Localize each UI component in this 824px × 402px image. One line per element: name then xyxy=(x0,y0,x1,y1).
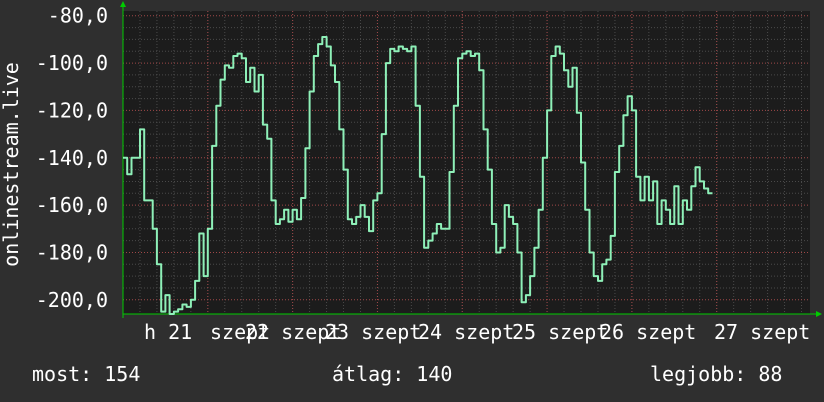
y-axis-arrow xyxy=(120,1,126,7)
y-tick-label: -120,0 xyxy=(36,98,108,122)
y-tick-label: -160,0 xyxy=(36,193,108,217)
current-value-label: most: 154 xyxy=(32,362,141,386)
average-value-label: átlag: 140 xyxy=(332,362,453,386)
x-tick-label: 24 szept xyxy=(418,320,514,344)
y-tick-label: -140,0 xyxy=(36,146,108,170)
plot-area xyxy=(123,11,810,314)
x-tick-label: 26 szept xyxy=(600,320,696,344)
y-tick-label: -80,0 xyxy=(48,4,108,28)
y-tick-label: -200,0 xyxy=(36,288,108,312)
y-axis-label: onlinestream.live xyxy=(0,62,23,267)
line-chart: -80,0 -100,0 -120,0 -140,0 -160,0 -180,0 -200,… xyxy=(0,1,822,344)
y-tick-label: -100,0 xyxy=(36,51,108,75)
x-axis-arrow xyxy=(816,311,822,317)
y-tick-label: -180,0 xyxy=(36,240,108,264)
best-value-label: legjobb: 88 xyxy=(650,362,783,386)
x-tick-label: 27 szept xyxy=(714,320,810,344)
x-tick-label: 23 szept xyxy=(325,320,421,344)
x-tick-label: 25 szept xyxy=(512,320,608,344)
x-tick-label: h 21 xyxy=(144,320,192,344)
